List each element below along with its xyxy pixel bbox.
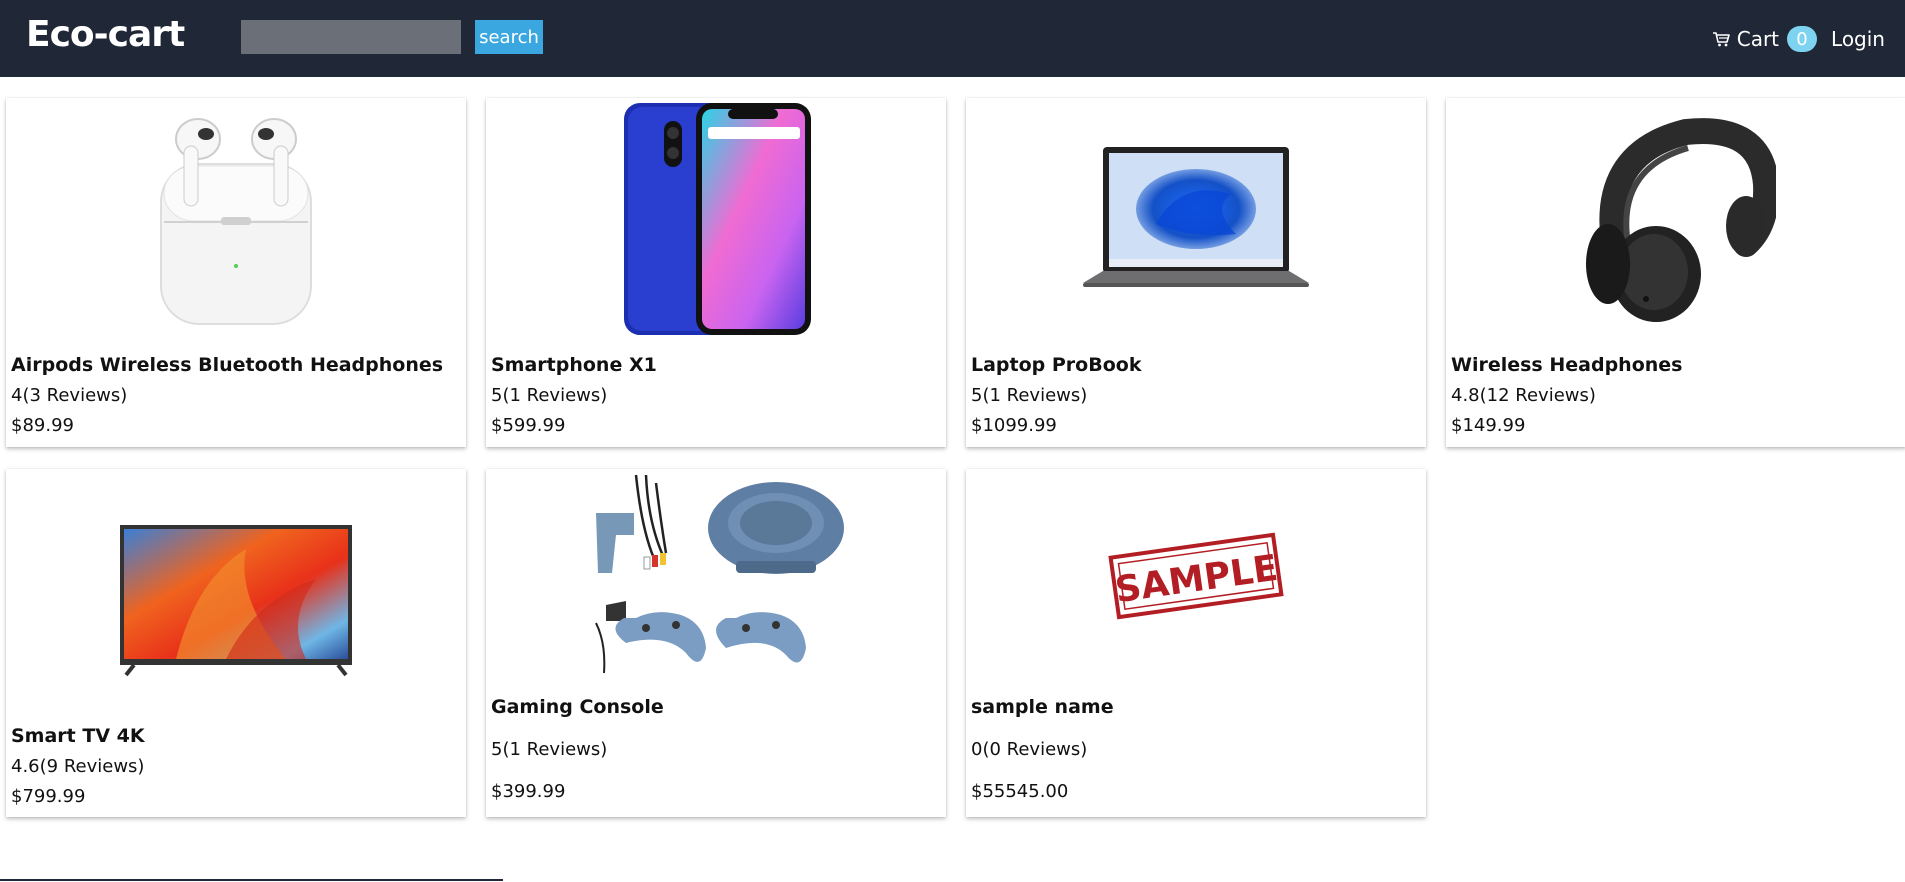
product-title[interactable]: sample name (971, 696, 1114, 718)
product-title[interactable]: Gaming Console (491, 696, 664, 718)
product-card[interactable]: Smartphone X1 5(1 Reviews) $599.99 (486, 98, 946, 447)
product-price: $55545.00 (971, 781, 1069, 802)
product-image[interactable] (1446, 104, 1905, 334)
product-price: $599.99 (491, 415, 566, 436)
product-price: $1099.99 (971, 415, 1057, 436)
login-link[interactable]: Login (1831, 27, 1885, 51)
product-title[interactable]: Smartphone X1 (491, 354, 657, 376)
product-title[interactable]: Smart TV 4K (11, 725, 145, 747)
product-price: $89.99 (11, 415, 74, 436)
search-button[interactable]: search (475, 20, 543, 54)
product-price: $399.99 (491, 781, 566, 802)
product-rating: 5(1 Reviews) (491, 385, 608, 406)
product-card[interactable]: Wireless Headphones 4.8(12 Reviews) $149… (1446, 98, 1905, 447)
product-image[interactable] (486, 473, 946, 679)
product-card[interactable]: SAMPLE sample name 0(0 Reviews) $55545.0… (966, 469, 1426, 817)
product-rating: 4.8(12 Reviews) (1451, 385, 1596, 406)
product-card[interactable]: Laptop ProBook 5(1 Reviews) $1099.99 (966, 98, 1426, 447)
product-price: $149.99 (1451, 415, 1526, 436)
product-image[interactable]: SAMPLE (966, 473, 1426, 679)
product-image[interactable] (6, 104, 466, 334)
cart-icon (1711, 29, 1731, 49)
cart-label: Cart (1736, 27, 1780, 51)
product-title[interactable]: Airpods Wireless Bluetooth Headphones (11, 354, 443, 376)
product-price: $799.99 (11, 786, 86, 807)
product-rating: 4(3 Reviews) (11, 385, 128, 406)
cart-link[interactable]: Cart 0 (1711, 26, 1818, 52)
top-navbar: Eco-cart search Cart 0 Login (0, 0, 1905, 77)
product-rating: 5(1 Reviews) (971, 385, 1088, 406)
product-rating: 0(0 Reviews) (971, 739, 1088, 760)
cart-count-badge: 0 (1787, 26, 1818, 52)
sample-stamp-image: SAMPLE (1108, 532, 1284, 620)
product-card[interactable]: Smart TV 4K 4.6(9 Reviews) $799.99 (6, 469, 466, 817)
product-image[interactable] (966, 104, 1426, 334)
search-input[interactable] (241, 20, 461, 54)
product-rating: 4.6(9 Reviews) (11, 756, 145, 777)
tv-image (120, 525, 352, 677)
product-image[interactable] (6, 479, 466, 719)
console-image (595, 474, 844, 674)
smartphone-image (624, 103, 811, 335)
brand-logo[interactable]: Eco-cart (26, 14, 185, 55)
product-card[interactable]: Gaming Console 5(1 Reviews) $399.99 (486, 469, 946, 817)
airpods-image (160, 118, 312, 325)
product-card[interactable]: Airpods Wireless Bluetooth Headphones 4(… (6, 98, 466, 447)
laptop-image (1083, 147, 1309, 287)
product-image[interactable] (486, 103, 946, 335)
bottom-divider (0, 879, 503, 881)
product-title[interactable]: Wireless Headphones (1451, 354, 1682, 376)
headphones-image (1586, 118, 1776, 322)
nav-right: Cart 0 Login (1711, 22, 1885, 56)
product-rating: 5(1 Reviews) (491, 739, 608, 760)
product-title[interactable]: Laptop ProBook (971, 354, 1141, 376)
